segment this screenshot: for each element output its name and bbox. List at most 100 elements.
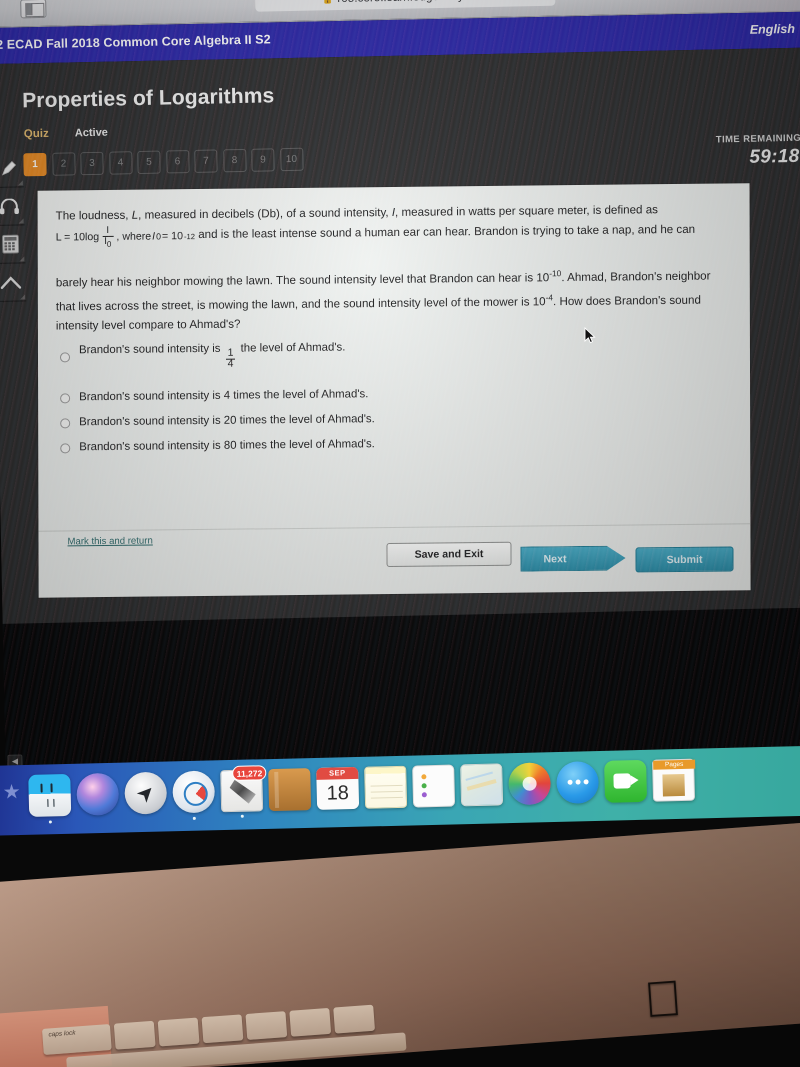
option-1-fraction: 14: [225, 347, 236, 371]
calendar-month: SEP: [316, 766, 359, 780]
question-tab-4[interactable]: 4: [108, 151, 133, 175]
keyboard-key[interactable]: [157, 1017, 200, 1047]
keyboard-key[interactable]: [245, 1011, 288, 1040]
collapse-up-icon: [0, 275, 22, 289]
option-1-den: 4: [225, 358, 236, 371]
submit-button[interactable]: Submit: [635, 546, 734, 573]
question-part-2: , measured in decibels (Db), of a sound …: [138, 205, 392, 222]
radio-button-4[interactable]: [60, 442, 71, 454]
dock-item-photos[interactable]: [508, 762, 552, 806]
dock-item-contacts[interactable]: [268, 768, 312, 812]
dock-item-messages[interactable]: [556, 761, 600, 805]
answer-option-3-label: Brandon's sound intensity is 20 times th…: [79, 413, 375, 429]
address-bar[interactable]: 🔒 r05.core.learn.edgenuity.com: [255, 0, 556, 12]
audio-tool-button[interactable]: [0, 187, 25, 226]
option-1-num: 1: [227, 347, 234, 359]
dock-item-maps[interactable]: [460, 763, 504, 807]
save-and-exit-button[interactable]: Save and Exit: [386, 541, 512, 568]
formula-den-sub: 0: [106, 240, 112, 250]
answer-option-4[interactable]: Brandon's sound intensity is 80 times th…: [60, 433, 680, 456]
page-title: Properties of Logarithms: [21, 84, 275, 113]
lock-icon: 🔒: [322, 0, 333, 4]
forward-button[interactable]: chevron-right-icon: [0, 0, 15, 19]
dock-item-siri[interactable]: [76, 772, 120, 816]
timer-value: 59:18: [749, 145, 800, 168]
question-tab-6[interactable]: 6: [165, 150, 190, 174]
tool-rail[interactable]: [0, 149, 27, 302]
highlighter-tool-button[interactable]: [0, 149, 24, 188]
question-tab-5[interactable]: 5: [137, 150, 161, 175]
running-indicator: [48, 820, 52, 824]
question-tab-2[interactable]: 2: [51, 152, 76, 176]
pages-label: Pages: [653, 759, 696, 770]
dock-item-reminders[interactable]: [412, 764, 456, 808]
question-part-1: The loudness,: [55, 208, 132, 223]
footer-divider: [38, 523, 751, 532]
question-text: The loudness, L, measured in decibels (D…: [56, 199, 728, 336]
dock-item-finder[interactable]: [28, 773, 72, 824]
mouse-cursor: [584, 327, 596, 344]
next-button[interactable]: Next: [520, 546, 625, 572]
answer-options[interactable]: Brandon's sound intensity is 14 the leve…: [59, 336, 680, 457]
answer-option-3[interactable]: Brandon's sound intensity is 20 times th…: [60, 408, 680, 431]
dock-item-safari[interactable]: [172, 770, 216, 820]
language-selector[interactable]: English: [750, 22, 795, 37]
running-indicator: [240, 814, 244, 818]
keyboard-key[interactable]: [113, 1020, 156, 1050]
sidebar-toggle-button[interactable]: [20, 0, 47, 19]
question-tab-7[interactable]: 7: [194, 149, 218, 173]
apple-logo-icon: : [638, 970, 688, 1028]
radio-button-3[interactable]: [60, 417, 71, 429]
running-indicator: [192, 816, 196, 820]
formula-numerator: I: [106, 225, 110, 237]
calendar-day: 18: [326, 782, 350, 805]
dock-item-facetime[interactable]: [604, 759, 648, 803]
answer-option-2-label: Brandon's sound intensity is 4 times the…: [79, 388, 369, 404]
mark-this-and-return-link[interactable]: Mark this and return: [67, 536, 152, 548]
answer-option-4-label: Brandon's sound intensity is 80 times th…: [79, 438, 375, 454]
answer-option-1-label: Brandon's sound intensity is 14 the leve…: [79, 339, 345, 372]
keyboard-key[interactable]: [289, 1007, 332, 1037]
monitor-screen: chevron-right-icon 🔒 r05.core.learn.edge…: [0, 0, 800, 792]
question-part-5: barely hear his neighbor mowing the lawn…: [55, 271, 550, 290]
formula-lhs: L = 10log: [55, 231, 100, 244]
question-tab-1[interactable]: 1: [23, 152, 47, 177]
question-tab-8[interactable]: 8: [222, 148, 247, 173]
dock-item-calendar[interactable]: SEP 18: [316, 766, 360, 810]
highlighter-icon: [1, 160, 17, 176]
calculator-icon: [1, 234, 19, 254]
formula-fraction: I I0: [102, 225, 114, 250]
question-part-3: , measured in watts per square meter, is…: [395, 203, 658, 219]
question-tab-3[interactable]: 3: [80, 151, 104, 176]
radio-button-1[interactable]: [59, 352, 71, 363]
formula-equals: = 10: [162, 230, 183, 243]
dock-item-mail[interactable]: 11,272: [220, 765, 267, 818]
headphones-icon: [0, 197, 19, 214]
loudness-formula: L = 10log I I0 , where I0 = 10 -12: [56, 225, 195, 250]
formula-where: , where: [116, 230, 152, 244]
url-text: r05.core.learn.edgenuity.com: [337, 0, 488, 5]
dock-item-notes[interactable]: [364, 765, 408, 809]
activity-status-label: Active: [74, 126, 108, 140]
course-title: e2 ECAD Fall 2018 Common Core Algebra II…: [0, 32, 271, 53]
formula-exponent: -12: [183, 232, 196, 242]
answer-option-2[interactable]: Brandon's sound intensity is 4 times the…: [60, 383, 680, 406]
caps-lock-key[interactable]: caps lock: [42, 1024, 112, 1055]
question-tab-10[interactable]: 10: [279, 147, 304, 172]
dock-item-launchpad[interactable]: [124, 771, 168, 815]
question-part-4: and is the least intense sound a human e…: [194, 222, 696, 241]
dock-item-pages[interactable]: Pages: [652, 758, 696, 802]
collapse-tool-button[interactable]: [0, 263, 27, 302]
keyboard-key[interactable]: [333, 1004, 376, 1034]
keyboard-key[interactable]: [201, 1014, 244, 1044]
photo-of-imac-screen: chevron-right-icon 🔒 r05.core.learn.edge…: [0, 0, 800, 1067]
mail-unread-badge: 11,272: [232, 765, 267, 781]
question-tab-9[interactable]: 9: [251, 148, 275, 172]
option-1-post: the level of Ahmad's.: [237, 341, 346, 355]
question-card: The loudness, L, measured in decibels (D…: [37, 183, 751, 598]
star-icon: ★: [2, 781, 21, 804]
calculator-tool-button[interactable]: [0, 225, 26, 264]
timer-label: TIME REMAINING: [715, 132, 800, 146]
exponent-brandon: -10: [549, 268, 562, 279]
radio-button-2[interactable]: [60, 392, 71, 403]
